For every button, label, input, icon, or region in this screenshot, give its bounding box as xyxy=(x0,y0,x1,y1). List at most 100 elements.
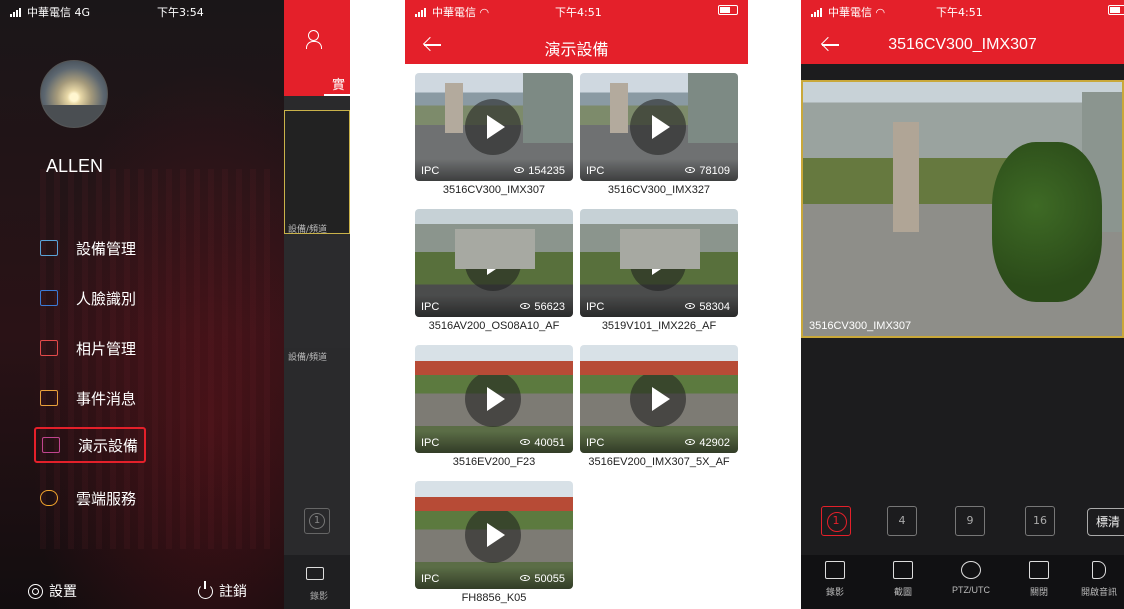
device-thumbnail[interactable]: IPC 56623 xyxy=(415,209,573,317)
ptz-button[interactable]: PTZ/UTC xyxy=(941,561,1001,595)
signal-icon xyxy=(10,8,24,17)
close-button[interactable]: 關閉 xyxy=(1009,561,1069,598)
user-icon[interactable] xyxy=(306,30,322,49)
settings-label: 設置 xyxy=(49,584,77,600)
play-icon[interactable] xyxy=(465,235,521,291)
eye-icon xyxy=(685,439,696,445)
carrier-label: 中華電信 xyxy=(828,6,872,19)
record-label: 錄影 xyxy=(825,587,844,597)
device-name: 3516AV200_OS08A10_AF xyxy=(428,320,560,332)
device-name: 3516CV300_IMX327 xyxy=(607,184,711,196)
avatar[interactable] xyxy=(40,60,108,128)
eye-icon xyxy=(520,575,531,581)
device-type: IPC xyxy=(421,437,440,449)
layout-16-label: 16 xyxy=(1033,514,1047,527)
ptz-icon xyxy=(961,561,981,579)
play-icon[interactable] xyxy=(465,99,521,155)
screenshot-icon xyxy=(893,561,913,579)
record-icon xyxy=(825,561,845,579)
device-card[interactable]: IPC 56623 3516AV200_OS08A10_AF xyxy=(415,209,573,332)
menu-item-device-management[interactable]: 設備管理 xyxy=(40,228,136,268)
tab-indicator xyxy=(324,94,350,96)
device-thumbnail[interactable]: IPC 154235 xyxy=(415,73,573,181)
play-icon[interactable] xyxy=(465,507,521,563)
device-type: IPC xyxy=(586,437,605,449)
play-icon[interactable] xyxy=(630,371,686,427)
device-card[interactable]: IPC 58304 3519V101_IMX226_AF xyxy=(580,209,738,332)
camera-icon xyxy=(40,240,58,256)
screenshot-button[interactable]: 截圖 xyxy=(873,561,933,598)
play-icon[interactable] xyxy=(630,99,686,155)
device-thumbnail[interactable]: IPC 40051 xyxy=(415,345,573,453)
device-card[interactable]: IPC 154235 3516CV300_IMX307 xyxy=(415,73,573,196)
photo-icon xyxy=(40,340,58,356)
play-icon[interactable] xyxy=(630,235,686,291)
layout-4-label: 4 xyxy=(898,514,906,527)
layout-4-button[interactable]: 4 xyxy=(887,506,917,536)
menu-item-label: 演示設備 xyxy=(78,436,139,455)
status-time: 下午4:51 xyxy=(555,6,602,19)
view-count: 42902 xyxy=(699,437,730,449)
device-type: IPC xyxy=(421,165,440,177)
device-card[interactable]: IPC 42902 3516EV200_IMX307_5X_AF xyxy=(580,345,738,468)
device-thumbnail[interactable]: IPC 50055 xyxy=(415,481,573,589)
wifi-icon: ◠ xyxy=(872,6,886,19)
layout-1-label: 1 xyxy=(832,514,840,527)
device-thumbnail[interactable]: IPC 58304 xyxy=(580,209,738,317)
layout-16-button[interactable]: 16 xyxy=(1025,506,1055,536)
eye-icon xyxy=(520,439,531,445)
menu-item-demo-devices[interactable]: 演示設備 xyxy=(34,427,147,463)
audio-button[interactable]: 開啟音訊 xyxy=(1069,561,1124,598)
eye-icon xyxy=(520,303,531,309)
camera-icon xyxy=(306,567,324,580)
carrier-label: 中華電信 xyxy=(432,6,476,19)
layout-1-button[interactable]: 1 xyxy=(304,508,330,534)
close-icon xyxy=(1029,561,1049,579)
record-button[interactable]: 錄影 xyxy=(284,555,350,609)
device-type: IPC xyxy=(421,573,440,585)
device-name: 3519V101_IMX226_AF xyxy=(601,320,717,332)
play-icon[interactable] xyxy=(465,371,521,427)
logout-button[interactable]: 註銷 xyxy=(198,580,247,601)
drawer-screen: 中華電信 4G 下午3:54 ALLEN 設備管理 人臉識別 相片管理 事件消息… xyxy=(0,0,350,609)
menu-item-face-recognition[interactable]: 人臉識別 xyxy=(40,278,136,318)
ptz-label: PTZ/UTC xyxy=(952,585,990,595)
channel-panel[interactable] xyxy=(284,236,350,348)
device-thumbnail[interactable]: IPC 42902 xyxy=(580,345,738,453)
device-thumbnail[interactable]: IPC 78109 xyxy=(580,73,738,181)
settings-button[interactable]: 設置 xyxy=(28,581,77,601)
menu-item-event-messages[interactable]: 事件消息 xyxy=(40,378,136,418)
status-time: 下午4:51 xyxy=(936,6,983,19)
bottom-toolbar: 錄影 截圖 PTZ/UTC 關閉 開啟音訊 xyxy=(801,555,1124,609)
page-title: 3516CV300_IMX307 xyxy=(888,36,1037,53)
layout-9-button[interactable]: 9 xyxy=(955,506,985,536)
inbox-icon xyxy=(40,390,58,406)
view-count: 56623 xyxy=(534,301,565,313)
menu-item-label: 事件消息 xyxy=(76,389,137,408)
speaker-mute-icon xyxy=(1092,561,1106,579)
menu-item-cloud-service[interactable]: 雲端服務 xyxy=(40,478,136,518)
audio-label: 開啟音訊 xyxy=(1080,587,1117,597)
device-card[interactable]: IPC 40051 3516EV200_F23 xyxy=(415,345,573,468)
device-card[interactable]: IPC 78109 3516CV300_IMX327 xyxy=(580,73,738,196)
power-icon xyxy=(198,580,213,599)
wifi-icon: ◠ xyxy=(476,6,490,19)
menu-item-label: 相片管理 xyxy=(76,339,137,358)
peek-tab[interactable]: 實 xyxy=(332,74,345,93)
device-card[interactable]: IPC 50055 FH8856_K05 xyxy=(415,481,573,604)
app-header: 中華電信 ◠ 下午4:51 3516CV300_IMX307 xyxy=(801,0,1124,64)
video-player[interactable]: 3516CV300_IMX307 xyxy=(801,80,1124,338)
main-view-peek[interactable]: 實 設備/頻道 設備/頻道 1 錄影 xyxy=(284,0,350,609)
record-button[interactable]: 錄影 xyxy=(805,561,865,598)
channel-panel[interactable] xyxy=(284,110,350,234)
page-title: 演示設備 xyxy=(544,40,609,59)
device-name: 3516CV300_IMX307 xyxy=(442,184,546,196)
layout-1-button[interactable]: 1 xyxy=(821,506,851,536)
menu-item-photo-management[interactable]: 相片管理 xyxy=(40,328,136,368)
layout-1-label: 1 xyxy=(309,513,325,529)
device-type: IPC xyxy=(586,301,605,313)
view-count: 154235 xyxy=(528,165,565,177)
drawer-footer: 設置 註銷 xyxy=(0,569,282,609)
video-caption: 3516CV300_IMX307 xyxy=(809,320,912,332)
quality-button[interactable]: 標清 xyxy=(1087,508,1124,536)
